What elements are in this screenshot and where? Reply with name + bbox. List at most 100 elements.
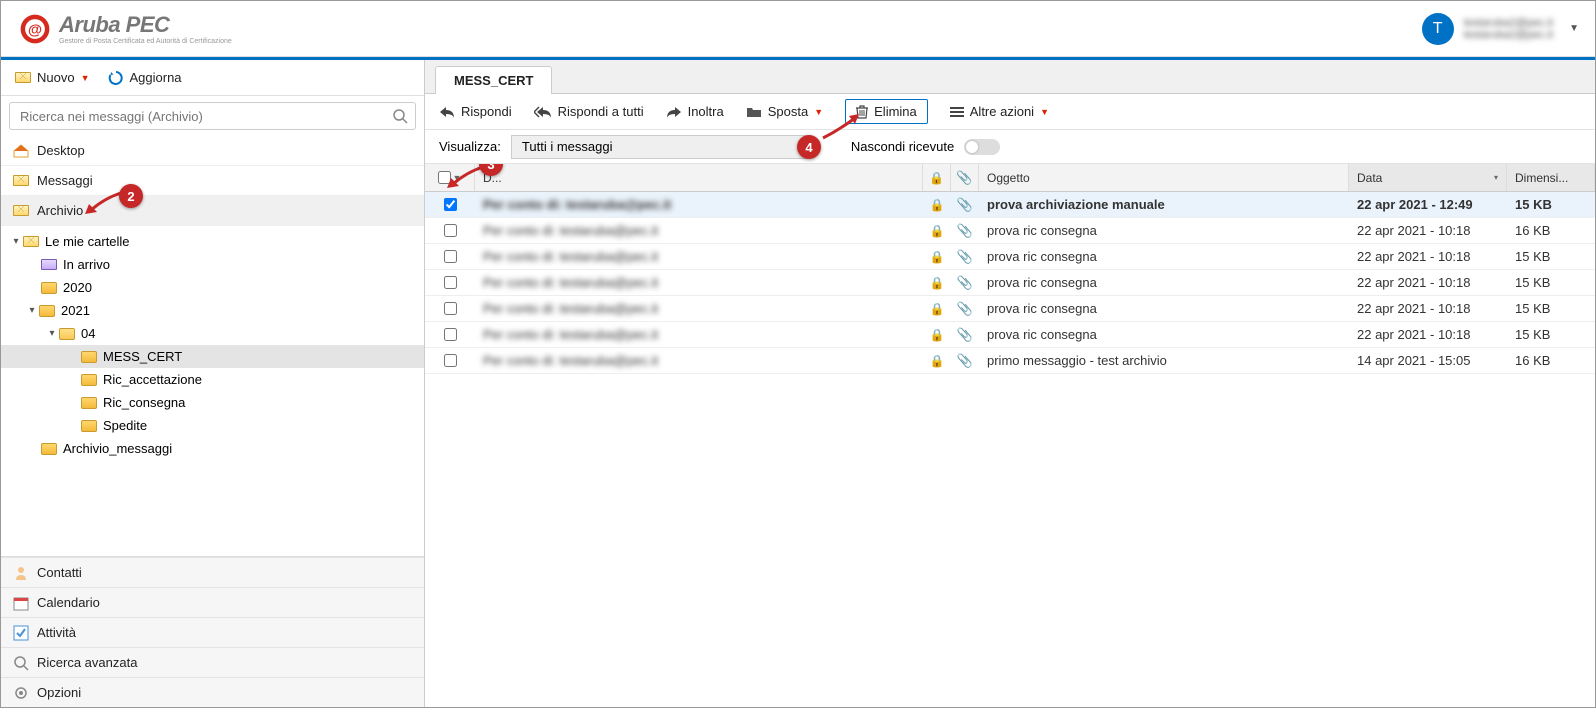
forward-button[interactable]: Inoltra — [666, 104, 724, 119]
reply-icon — [439, 106, 455, 118]
row-size: 15 KB — [1507, 270, 1595, 295]
folder-icon — [81, 374, 97, 386]
col-attachment[interactable]: 📎 — [951, 164, 979, 191]
row-date: 22 apr 2021 - 12:49 — [1349, 192, 1507, 217]
caret-down-icon[interactable]: ▾ — [9, 236, 23, 247]
nav-calendar[interactable]: Calendario — [1, 587, 424, 617]
select-all-checkbox[interactable] — [438, 171, 451, 184]
folder-icon — [81, 397, 97, 409]
row-checkbox[interactable] — [444, 250, 457, 263]
grid-header: ▼ D... 🔒 📎 Oggetto Data Dimensi... 3 — [425, 164, 1595, 192]
nav-contacts[interactable]: Contatti — [1, 557, 424, 587]
filter-select[interactable]: Tutti i messaggi — [511, 135, 811, 159]
account-email-primary: testaruba2@pec.it — [1464, 17, 1553, 29]
tree-ric-acc[interactable]: Ric_accettazione — [1, 368, 424, 391]
row-lock: 🔒 — [923, 296, 951, 321]
paperclip-icon: 📎 — [957, 327, 973, 343]
nav-desktop[interactable]: Desktop — [1, 136, 424, 166]
envelope-icon — [41, 259, 57, 270]
row-checkbox[interactable] — [444, 354, 457, 367]
avatar: T — [1422, 13, 1454, 45]
col-date[interactable]: Data — [1349, 164, 1507, 191]
folder-icon — [39, 305, 55, 317]
more-actions-label: Altre azioni — [970, 104, 1034, 119]
row-checkbox[interactable] — [444, 198, 457, 211]
new-button[interactable]: Nuovo ▼ — [15, 70, 90, 85]
row-checkbox[interactable] — [444, 328, 457, 341]
hide-receipts-toggle[interactable] — [964, 139, 1000, 155]
col-subject[interactable]: Oggetto — [979, 164, 1349, 191]
message-toolbar: Rispondi Rispondi a tutti Inoltra Sposta… — [425, 94, 1595, 130]
annotation-badge-4: 4 — [797, 135, 821, 159]
nav-adv-search[interactable]: Ricerca avanzata — [1, 647, 424, 677]
search-box — [9, 102, 416, 130]
row-size: 15 KB — [1507, 192, 1595, 217]
tree-mess-cert[interactable]: MESS_CERT — [1, 345, 424, 368]
nav-tasks[interactable]: Attività — [1, 617, 424, 647]
row-from: Per conto di: testaruba@pec.it — [475, 348, 923, 373]
more-actions-button[interactable]: Altre azioni▼ — [950, 104, 1049, 119]
tree-inbox[interactable]: In arrivo — [1, 253, 424, 276]
message-grid: ▼ D... 🔒 📎 Oggetto Data Dimensi... 3 Per… — [425, 164, 1595, 707]
refresh-button[interactable]: Aggiorna — [108, 70, 182, 86]
caret-down-icon[interactable]: ▾ — [45, 328, 59, 339]
row-checkbox[interactable] — [444, 224, 457, 237]
hide-receipts-label: Nascondi ricevute — [851, 139, 954, 154]
tree-2021[interactable]: ▾ 2021 — [1, 299, 424, 322]
nav-messages[interactable]: Messaggi — [1, 166, 424, 196]
reply-all-button[interactable]: Rispondi a tutti — [534, 104, 644, 119]
row-subject: primo messaggio - test archivio — [979, 348, 1349, 373]
row-date: 22 apr 2021 - 10:18 — [1349, 296, 1507, 321]
tree-spedite[interactable]: Spedite — [1, 414, 424, 437]
table-row[interactable]: Per conto di: testaruba@pec.it🔒📎prova ri… — [425, 322, 1595, 348]
row-date: 22 apr 2021 - 10:18 — [1349, 218, 1507, 243]
col-checkbox[interactable]: ▼ — [425, 164, 475, 191]
envelope-icon — [15, 72, 31, 83]
account-menu[interactable]: T testaruba2@pec.it testaruba2@pec.it ▼ — [1422, 13, 1579, 45]
paperclip-icon: 📎 — [957, 275, 973, 291]
table-row[interactable]: Per conto di: testaruba@pec.it🔒📎prova ri… — [425, 218, 1595, 244]
tree-root[interactable]: ▾ Le mie cartelle — [1, 230, 424, 253]
tree-arch-msg[interactable]: Archivio_messaggi — [1, 437, 424, 460]
reply-button[interactable]: Rispondi — [439, 104, 512, 119]
table-row[interactable]: Per conto di: testaruba@pec.it🔒📎prova ri… — [425, 270, 1595, 296]
folder-icon — [81, 351, 97, 363]
col-lock[interactable]: 🔒 — [923, 164, 951, 191]
envelope-icon — [13, 205, 29, 216]
table-row[interactable]: Per conto di: testaruba@pec.it🔒📎primo me… — [425, 348, 1595, 374]
table-row[interactable]: Per conto di: testaruba@pec.it🔒📎prova ri… — [425, 244, 1595, 270]
tree-ric-con[interactable]: Ric_consegna — [1, 391, 424, 414]
nav-options[interactable]: Opzioni — [1, 677, 424, 707]
row-attachment: 📎 — [951, 244, 979, 269]
tree-spedite-label: Spedite — [103, 418, 147, 433]
row-from: Per conto di: testaruba@pec.it — [475, 218, 923, 243]
nav-archive[interactable]: Archivio 2 — [1, 196, 424, 226]
svg-text:@: @ — [28, 22, 42, 38]
table-row[interactable]: Per conto di: testaruba@pec.it🔒📎prova ar… — [425, 192, 1595, 218]
col-size[interactable]: Dimensi... — [1507, 164, 1595, 191]
row-date: 14 apr 2021 - 15:05 — [1349, 348, 1507, 373]
row-subject: prova archiviazione manuale — [979, 192, 1349, 217]
folder-icon — [41, 282, 57, 294]
nav-options-label: Opzioni — [37, 685, 81, 700]
table-row[interactable]: Per conto di: testaruba@pec.it🔒📎prova ri… — [425, 296, 1595, 322]
tree-04[interactable]: ▾04 — [1, 322, 424, 345]
tree-2021-label: 2021 — [61, 303, 90, 318]
row-checkbox[interactable] — [444, 302, 457, 315]
row-lock: 🔒 — [923, 192, 951, 217]
tree-ric-acc-label: Ric_accettazione — [103, 372, 202, 387]
nav-archive-label: Archivio — [37, 203, 83, 218]
caret-down-icon[interactable]: ▾ — [25, 305, 39, 316]
search-input[interactable] — [9, 102, 416, 130]
tab-mess-cert[interactable]: MESS_CERT — [435, 66, 552, 94]
col-from[interactable]: D... — [475, 164, 923, 191]
tree-2020[interactable]: 2020 — [1, 276, 424, 299]
row-checkbox[interactable] — [444, 276, 457, 289]
nav-calendar-label: Calendario — [37, 595, 100, 610]
move-button[interactable]: Sposta▼ — [746, 104, 823, 119]
delete-button[interactable]: Elimina — [845, 99, 928, 124]
tab-bar: MESS_CERT — [425, 60, 1595, 94]
row-size: 15 KB — [1507, 322, 1595, 347]
row-lock: 🔒 — [923, 244, 951, 269]
search-icon — [13, 655, 29, 671]
